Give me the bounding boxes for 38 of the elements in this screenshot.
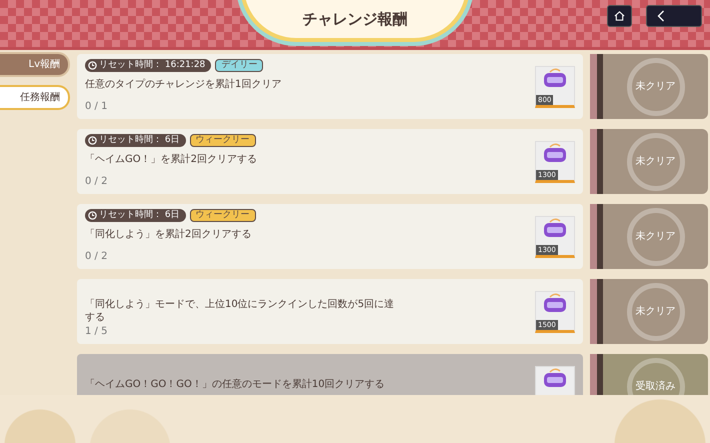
reset-time-pill: リセット時間： 6日	[85, 209, 186, 222]
progress-count: 0 / 1	[85, 100, 108, 114]
clock-icon	[88, 136, 97, 145]
mission-description: 「同化しよう」を累計2回クリアする	[85, 228, 252, 241]
mission-description: 任意のタイプのチャレンジを累計1回クリア	[85, 78, 282, 91]
clock-icon	[88, 211, 97, 220]
accent-strip	[590, 279, 597, 344]
side-tab[interactable]: Lv報酬	[0, 54, 68, 75]
reset-time-pill: リセット時間： 6日	[85, 134, 186, 147]
gift-box-icon	[542, 292, 568, 314]
progress-count: 1 / 5	[85, 325, 108, 339]
mission-description: 「ヘイムGO！GO！GO！」の任意のモードを累計10回クリアする	[85, 378, 386, 391]
home-button[interactable]	[607, 5, 632, 27]
progress-count: 0 / 2	[85, 250, 108, 264]
screen-title: チャレンジ報酬	[302, 8, 408, 30]
gift-box-icon	[542, 217, 568, 239]
status-stamp: 未クリア	[626, 282, 684, 340]
reset-time-pill: リセット時間： 16:21:28	[85, 59, 212, 72]
side-tab[interactable]: 任務報酬	[0, 87, 68, 108]
clock-icon	[88, 61, 97, 70]
status-stamp: 未クリア	[626, 58, 684, 116]
category-tag: デイリー	[215, 59, 264, 72]
status-stamp: 未クリア	[626, 132, 684, 190]
category-tag: ウィークリー	[190, 134, 256, 147]
accent-strip	[590, 54, 597, 119]
back-icon	[657, 10, 665, 22]
progress-count: 0 / 2	[85, 175, 108, 189]
back-button[interactable]	[646, 5, 702, 27]
accent-strip	[590, 129, 597, 194]
home-icon	[614, 10, 625, 22]
mission-description: 「同化しよう」モードで、上位10位にランクインした回数が5回に達する	[85, 298, 396, 324]
status-stamp: 未クリア	[626, 208, 684, 266]
accent-strip	[590, 204, 597, 269]
category-tag: ウィークリー	[190, 209, 256, 222]
gift-box-icon	[542, 67, 568, 89]
mission-description: 「ヘイムGO！」を累計2回クリアする	[85, 153, 258, 166]
gift-box-icon	[542, 367, 568, 389]
gift-box-icon	[542, 142, 568, 164]
